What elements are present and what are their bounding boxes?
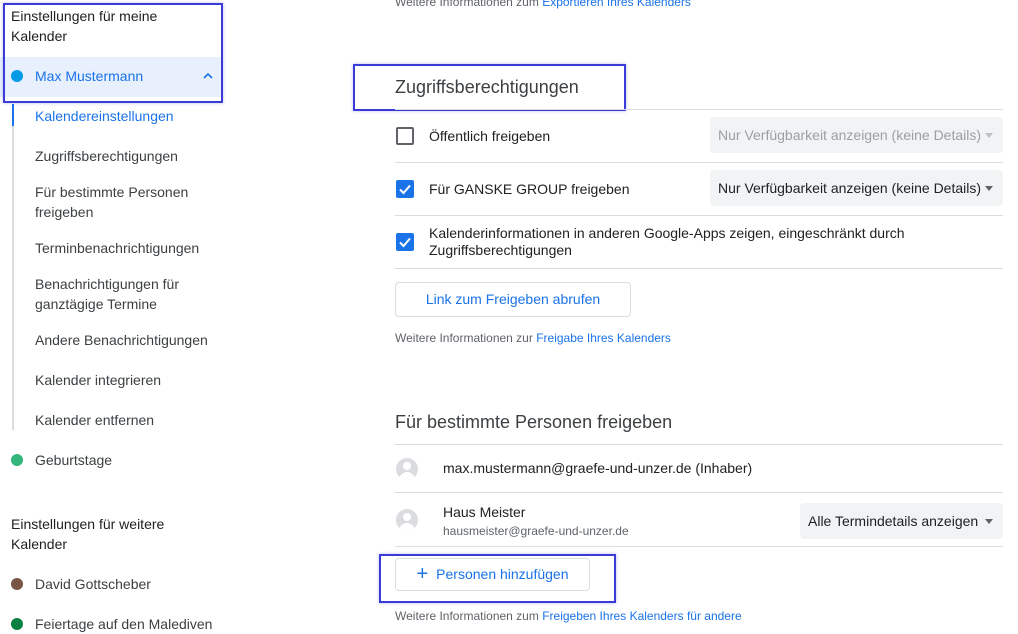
avatar [396, 509, 418, 531]
sidebar-section-other-calendars-heading: Einstellungen für weitere Kalender [11, 516, 165, 552]
calendar-color-dot [11, 454, 23, 466]
sidebar-calendar-feiertage-malediven[interactable]: Feiertage auf den Malediven [35, 614, 212, 634]
annotation-highlight-add-people [379, 554, 616, 603]
calendar-color-dot [11, 578, 23, 590]
google-apps-checkbox[interactable] [396, 233, 414, 251]
sidebar-item-zugriffsberechtigungen[interactable]: Zugriffsberechtigungen [35, 146, 178, 166]
owner-email: max.mustermann@graefe-und-unzer.de (Inha… [443, 460, 753, 476]
share-people-info-text: Weitere Informationen zum Freigeben Ihre… [395, 609, 742, 623]
public-share-label: Öffentlich freigeben [429, 128, 551, 144]
public-share-permission-select[interactable]: Nur Verfügbarkeit anzeigen (keine Detail… [710, 117, 1003, 153]
sidebar-item-terminbenachrichtigungen[interactable]: Terminbenachrichtigungen [35, 238, 199, 258]
sidebar-active-indicator [12, 104, 14, 126]
avatar [396, 458, 418, 480]
export-info-link[interactable]: Exportieren Ihres Kalenders [542, 0, 691, 9]
dropdown-arrow-icon [985, 186, 993, 191]
sidebar-indent-line [12, 104, 14, 430]
divider [395, 444, 1003, 445]
share-people-info-link[interactable]: Freigeben Ihres Kalenders für andere [542, 609, 741, 623]
divider [395, 215, 1003, 216]
get-share-link-button[interactable]: Link zum Freigeben abrufen [395, 282, 631, 317]
annotation-highlight-access-title [353, 64, 626, 111]
sidebar-item-kalender-integrieren[interactable]: Kalender integrieren [35, 370, 161, 390]
google-apps-label: Kalenderinformationen in anderen Google-… [429, 225, 905, 258]
org-share-permission-select[interactable]: Nur Verfügbarkeit anzeigen (keine Detail… [710, 170, 1003, 206]
share-info-link[interactable]: Freigabe Ihres Kalenders [536, 331, 671, 345]
divider [395, 268, 1003, 269]
person-permission-select[interactable]: Alle Termindetails anzeigen [800, 503, 1003, 539]
sidebar-item-andere-benachrichtigungen[interactable]: Andere Benachrichtigungen [35, 330, 208, 350]
divider [395, 162, 1003, 163]
dropdown-arrow-icon [985, 133, 993, 138]
sidebar-item-kalendereinstellungen[interactable]: Kalendereinstellungen [35, 106, 174, 126]
section-title-bestimmte-personen: Für bestimmte Personen freigeben [395, 412, 673, 432]
shared-person-name: Haus Meister [443, 504, 526, 520]
org-share-label: Für GANSKE GROUP freigeben [429, 181, 630, 197]
org-share-checkbox[interactable] [396, 180, 414, 198]
divider [395, 492, 1003, 493]
dropdown-arrow-icon [985, 519, 993, 524]
checkmark-icon [399, 237, 411, 248]
public-share-checkbox[interactable] [396, 127, 414, 145]
annotation-highlight-sidebar [3, 3, 223, 103]
calendar-color-dot [11, 618, 23, 630]
share-info-text: Weitere Informationen zur Freigabe Ihres… [395, 331, 671, 345]
sidebar-item-kalender-entfernen[interactable]: Kalender entfernen [35, 410, 154, 430]
divider [395, 109, 1003, 110]
checkmark-icon [399, 184, 411, 195]
shared-person-email: hausmeister@graefe-und-unzer.de [443, 524, 629, 538]
sidebar-calendar-geburtstage[interactable]: Geburtstage [35, 450, 112, 470]
divider [395, 546, 1003, 547]
sidebar-item-ganztaegige-termine[interactable]: Benachrichtigungen für ganztägige Termin… [35, 274, 179, 314]
sidebar-item-bestimmte-personen[interactable]: Für bestimmte Personen freigeben [35, 182, 188, 222]
sidebar-calendar-david-gottscheber[interactable]: David Gottscheber [35, 574, 151, 594]
export-info-text: Weitere Informationen zum Exportieren Ih… [395, 0, 691, 10]
